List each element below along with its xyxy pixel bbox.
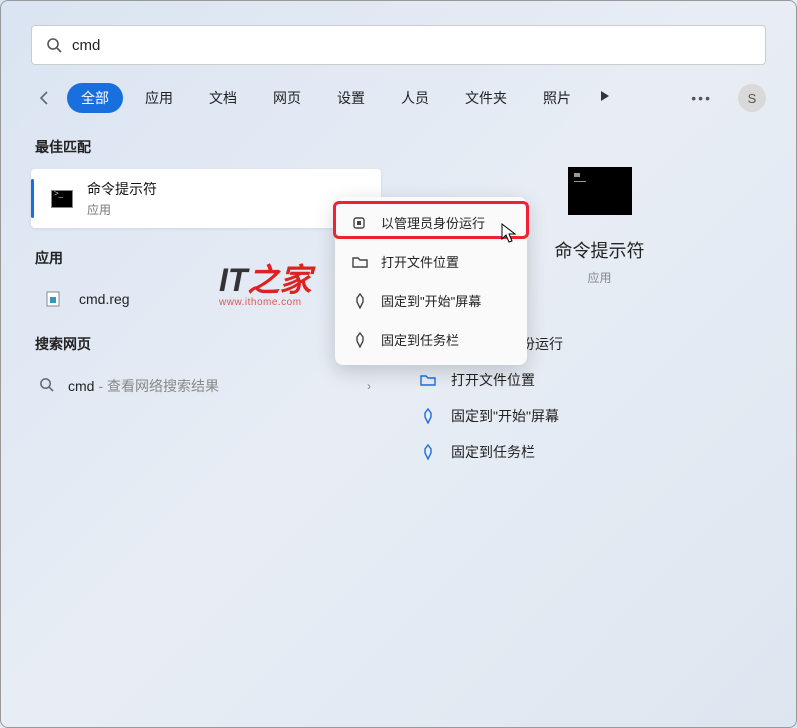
pin-icon — [351, 332, 369, 348]
tab-web[interactable]: 网页 — [259, 83, 315, 113]
tab-photos[interactable]: 照片 — [529, 83, 585, 113]
folder-icon — [419, 372, 437, 388]
context-menu: 以管理员身份运行 打开文件位置 固定到"开始"屏幕 固定到任务栏 — [335, 197, 527, 365]
ctx-label: 打开文件位置 — [381, 252, 459, 271]
tab-settings[interactable]: 设置 — [323, 83, 379, 113]
overflow-menu[interactable]: ••• — [683, 90, 720, 106]
tabs-row: 全部 应用 文档 网页 设置 人员 文件夹 照片 ••• S — [1, 65, 796, 113]
pin-icon — [419, 444, 437, 460]
action-pin-start[interactable]: 固定到"开始"屏幕 — [419, 398, 780, 434]
app-result-name: cmd.reg — [79, 291, 130, 307]
search-bar[interactable] — [31, 25, 766, 65]
web-result-row[interactable]: cmd - 查看网络搜索结果 › — [31, 366, 381, 406]
pin-icon — [351, 293, 369, 309]
folder-icon — [351, 254, 369, 270]
search-input[interactable] — [72, 37, 751, 54]
action-label: 打开文件位置 — [451, 370, 535, 390]
pin-icon — [419, 408, 437, 424]
tab-all[interactable]: 全部 — [67, 83, 123, 113]
ctx-open-location[interactable]: 打开文件位置 — [341, 242, 521, 281]
ctx-label: 固定到任务栏 — [381, 330, 459, 349]
preview-app-icon — [568, 167, 632, 215]
ctx-label: 固定到"开始"屏幕 — [381, 291, 481, 310]
app-result-row[interactable]: cmd.reg › — [31, 280, 381, 318]
best-match-title: 命令提示符 — [87, 179, 157, 199]
tab-apps[interactable]: 应用 — [131, 83, 187, 113]
best-match-result[interactable]: 命令提示符 应用 — [31, 169, 381, 228]
web-hint: - 查看网络搜索结果 — [98, 376, 219, 396]
user-avatar[interactable]: S — [738, 84, 766, 112]
action-label: 固定到任务栏 — [451, 442, 535, 462]
action-label: 固定到"开始"屏幕 — [451, 406, 559, 426]
search-icon — [39, 377, 54, 395]
ctx-pin-start[interactable]: 固定到"开始"屏幕 — [341, 281, 521, 320]
search-icon — [46, 37, 62, 53]
action-open-location[interactable]: 打开文件位置 — [419, 362, 780, 398]
web-query: cmd — [68, 378, 94, 394]
section-apps: 应用 — [35, 248, 381, 268]
action-pin-taskbar[interactable]: 固定到任务栏 — [419, 434, 780, 470]
back-button[interactable] — [31, 84, 59, 112]
section-web: 搜索网页 — [35, 334, 381, 354]
shield-icon — [351, 215, 369, 231]
cmd-icon — [51, 190, 73, 208]
more-tabs-icon[interactable] — [599, 89, 611, 107]
reg-file-icon — [45, 290, 63, 308]
tab-people[interactable]: 人员 — [387, 83, 443, 113]
best-match-subtitle: 应用 — [87, 201, 157, 218]
ctx-run-admin[interactable]: 以管理员身份运行 — [341, 203, 521, 242]
tab-folders[interactable]: 文件夹 — [451, 83, 521, 113]
tab-documents[interactable]: 文档 — [195, 83, 251, 113]
ctx-pin-taskbar[interactable]: 固定到任务栏 — [341, 320, 521, 359]
section-best-match: 最佳匹配 — [35, 137, 381, 157]
chevron-right-icon: › — [367, 379, 371, 393]
ctx-label: 以管理员身份运行 — [381, 213, 485, 232]
